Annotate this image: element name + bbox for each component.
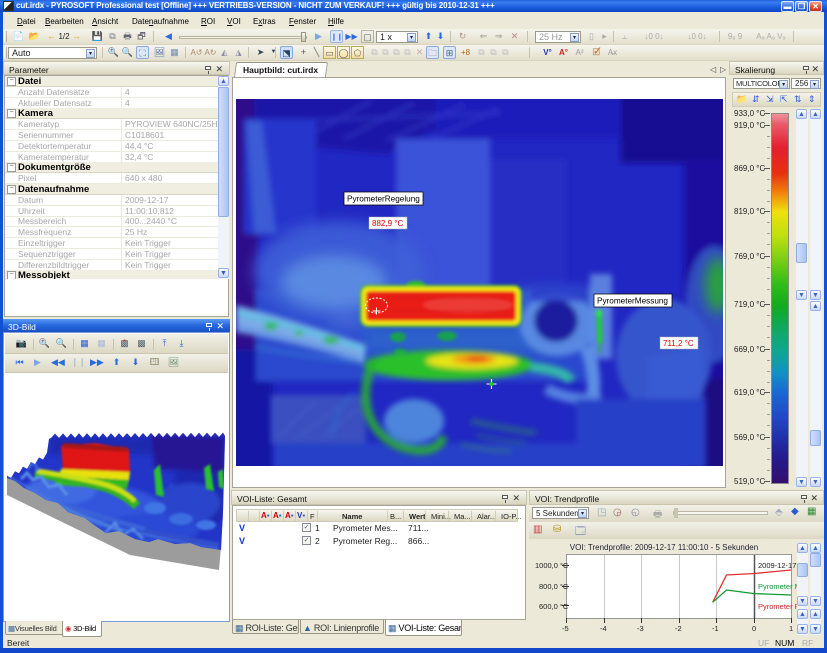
- svg-text:PyrometerMessung: PyrometerMessung: [597, 297, 668, 306]
- svg-text:711,2 °C: 711,2 °C: [663, 339, 694, 348]
- svg-text:PyrometerRegelung: PyrometerRegelung: [347, 195, 420, 204]
- svg-text:882,9 °C: 882,9 °C: [372, 219, 403, 228]
